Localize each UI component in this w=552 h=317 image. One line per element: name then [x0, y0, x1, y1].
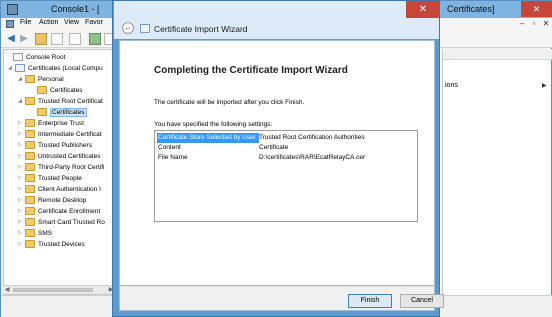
tree-item-third-party-root[interactable]: ▷ Third-Party Root Certifi — [18, 162, 104, 173]
back-arrow-icon[interactable]: ◀ — [5, 33, 17, 45]
scroll-thumb[interactable] — [13, 288, 93, 292]
show-tree-icon[interactable] — [51, 33, 63, 45]
settings-list[interactable]: Certificate Store Selected by User Trust… — [154, 130, 418, 222]
tree-expander[interactable]: ▷ — [18, 151, 25, 162]
menu-action[interactable]: Action — [39, 19, 58, 26]
settings-label: You have specified the following setting… — [154, 121, 273, 128]
folder-icon — [25, 174, 35, 182]
tree-expander[interactable]: ▷ — [18, 217, 25, 228]
folder-icon — [37, 108, 47, 116]
tree-item-trusted-publishers[interactable]: ▷ Trusted Publishers — [18, 140, 92, 151]
mmc-app-icon — [7, 4, 18, 15]
folder-icon — [25, 152, 35, 160]
tree-expander[interactable]: ▷ — [18, 140, 25, 151]
refresh-icon[interactable] — [89, 33, 101, 45]
settings-key: Certificate Store Selected by User — [157, 133, 259, 143]
cancel-button[interactable]: Cancel — [400, 294, 444, 308]
tree-expander[interactable]: ▷ — [18, 239, 25, 250]
wizard-header: ✕ ← Certificate Import Wizard — [114, 1, 440, 39]
menu-favorites[interactable]: Favor — [85, 19, 103, 26]
folder-icon — [25, 185, 35, 193]
wizard-content: Completing the Certificate Import Wizard… — [119, 40, 435, 286]
tree-item-enterprise-trust[interactable]: ▷ Enterprise Trust — [18, 118, 84, 129]
mmc-close-button[interactable]: ✕ — [521, 1, 552, 17]
tree-item-certificates-local[interactable]: ◢ Certificates (Local Compu — [8, 63, 103, 74]
folder-icon — [25, 240, 35, 248]
wizard-close-button[interactable]: ✕ — [406, 1, 440, 18]
folder-icon — [25, 207, 35, 215]
actions-header — [443, 49, 552, 60]
finish-button[interactable]: Finish — [348, 294, 392, 308]
tree-item-smart-card[interactable]: ▷ Smart Card Trusted Ro — [18, 217, 105, 228]
menu-view[interactable]: View — [64, 19, 79, 26]
actions-more-label[interactable]: ions — [445, 82, 458, 89]
tree-expander[interactable]: ▷ — [18, 228, 25, 239]
close-icon[interactable]: ✕ — [541, 19, 551, 29]
folder-icon — [25, 229, 35, 237]
tree-item-trusted-devices[interactable]: ▷ Trusted Devices — [18, 239, 85, 250]
certificate-import-wizard: ✕ ← Certificate Import Wizard Completing… — [112, 0, 444, 317]
folder-icon — [25, 163, 35, 171]
tree-item-client-auth[interactable]: ▷ Client Authentication I — [18, 184, 101, 195]
tree-expander[interactable]: ▷ — [18, 118, 25, 129]
tree-expander[interactable]: ▷ — [18, 162, 25, 173]
wizard-intro-text: The certificate will be imported after y… — [154, 99, 305, 106]
folder-icon — [25, 141, 35, 149]
tree-horizontal-scrollbar[interactable]: ◀ ▶ — [3, 285, 116, 294]
tree-item-untrusted[interactable]: ▷ Untrusted Certificates — [18, 151, 101, 162]
folder-icon — [25, 119, 35, 127]
tree-expander[interactable]: ▷ — [18, 129, 25, 140]
tree-item-trusted-root[interactable]: ◢ Trusted Root Certificat — [18, 96, 103, 107]
folder-icon — [25, 196, 35, 204]
settings-value: D:\certificates\RAR\EcatRelayCA.cer — [259, 154, 366, 161]
minimize-icon[interactable]: – — [517, 19, 527, 29]
forward-arrow-icon[interactable]: ▶ — [18, 33, 30, 45]
wizard-title: Certificate Import Wizard — [154, 24, 248, 34]
properties-icon[interactable] — [69, 33, 81, 45]
folder-icon — [25, 218, 35, 226]
console-tree[interactable]: Console Root ◢ Certificates (Local Compu … — [3, 49, 116, 295]
tree-item-remote-desktop[interactable]: ▷ Remote Desktop — [18, 195, 86, 206]
certificate-icon — [140, 24, 150, 33]
tree-item-personal[interactable]: ◢ Personal — [18, 74, 64, 85]
scroll-left-icon[interactable]: ◀ — [3, 286, 11, 294]
tree-expander[interactable]: ▷ — [18, 206, 25, 217]
tree-expander[interactable]: ▷ — [18, 184, 25, 195]
tree-expander[interactable]: ▷ — [18, 173, 25, 184]
tree-item-personal-certificates[interactable]: Certificates — [30, 85, 83, 96]
tree-item-sms[interactable]: ▷ SMS — [18, 228, 52, 239]
tree-expander[interactable]: ◢ — [18, 96, 25, 107]
settings-key: Content — [158, 144, 181, 151]
tree-item-trusted-people[interactable]: ▷ Trusted People — [18, 173, 82, 184]
tree-expander[interactable]: ◢ — [8, 63, 15, 74]
folder-icon — [25, 130, 35, 138]
certificate-icon — [15, 64, 25, 72]
actions-pane: ions ▶ — [442, 49, 552, 295]
tree-item-trusted-root-certificates[interactable]: Certificates — [30, 107, 87, 118]
wizard-heading: Completing the Certificate Import Wizard — [154, 65, 348, 76]
tree-item-intermediate[interactable]: ▷ Intermediate Certificat — [18, 129, 102, 140]
settings-key: File Name — [158, 154, 188, 161]
tree-item-certificate-enrollment[interactable]: ▷ Certificate Enrollment — [18, 206, 100, 217]
settings-value: Certificate — [259, 144, 289, 151]
wizard-footer: Finish Cancel — [119, 286, 444, 311]
menu-doc-icon[interactable] — [6, 20, 14, 28]
console-icon — [13, 53, 23, 61]
back-arrow-icon[interactable]: ← — [122, 22, 134, 34]
folder-icon — [25, 75, 35, 83]
mmc-window-title: Console1 - [ — [51, 4, 100, 14]
mmc-window-title-right: Certificates] — [447, 4, 495, 14]
folder-icon — [25, 97, 35, 105]
tree-expander[interactable]: ▷ — [18, 195, 25, 206]
menu-file[interactable]: File — [20, 19, 31, 26]
tree-expander[interactable]: ◢ — [18, 74, 25, 85]
restore-icon[interactable]: ▫ — [529, 19, 539, 29]
tree-item-console-root[interactable]: Console Root — [6, 52, 65, 63]
chevron-right-icon[interactable]: ▶ — [542, 82, 547, 89]
settings-value: Trusted Root Certification Authorities — [259, 134, 365, 141]
up-folder-icon[interactable] — [35, 33, 47, 45]
folder-icon — [37, 86, 47, 94]
